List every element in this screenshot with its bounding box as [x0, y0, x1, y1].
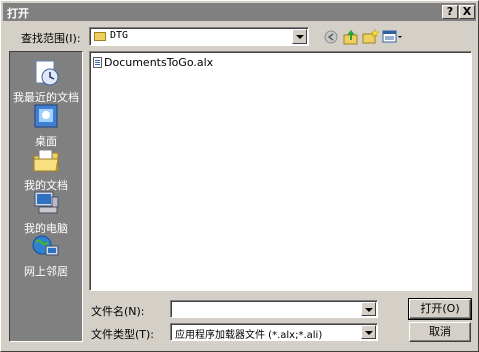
place-network[interactable]: 网上邻居 [10, 232, 82, 279]
place-desktop[interactable]: 桌面 [10, 102, 82, 149]
cancel-button[interactable]: 取消 [409, 322, 471, 342]
file-name: DocumentsToGo.alx [104, 55, 214, 69]
up-folder-icon [343, 30, 358, 45]
open-button[interactable]: 打开(O) [408, 298, 472, 320]
dialog-title: 打开 [7, 7, 29, 20]
up-folder-button[interactable] [342, 28, 360, 46]
my-computer-icon [30, 189, 62, 219]
recent-documents-icon [30, 58, 62, 88]
network-places-icon [30, 232, 62, 262]
place-label: 网上邻居 [24, 265, 68, 278]
new-folder-icon [362, 28, 380, 44]
desktop-icon [30, 102, 62, 132]
filetype-value: 应用程序加载器文件 (*.alx;*.ali) [175, 330, 323, 341]
lookin-value: DTG [110, 30, 129, 41]
filetype-label: 文件类型(T): [91, 328, 155, 341]
list-item[interactable]: DocumentsToGo.alx [93, 55, 213, 69]
filetype-select[interactable]: 应用程序加载器文件 (*.alx;*.ali) [170, 323, 378, 341]
chevron-down-icon[interactable] [361, 325, 376, 339]
lookin-combo[interactable]: DTG [89, 27, 309, 46]
filename-label: 文件名(N): [91, 305, 145, 318]
place-recent[interactable]: 我最近的文档 [10, 58, 82, 105]
places-bar: 我最近的文档 桌面 我的文档 我的电脑 网上邻居 [9, 51, 83, 342]
file-list[interactable]: DocumentsToGo.alx [89, 51, 472, 291]
open-dialog: 打开 ? X 查找范围(I): DTG 我最近的文档 桌面 我的文档 我的电脑 … [0, 0, 479, 352]
lookin-label: 查找范围(I): [21, 32, 81, 45]
title-bar[interactable]: 打开 ? X [3, 3, 476, 21]
view-menu-button[interactable] [381, 28, 405, 46]
view-menu-icon [382, 30, 402, 43]
file-icon [93, 56, 102, 68]
help-button[interactable]: ? [442, 5, 458, 19]
place-my-documents[interactable]: 我的文档 [10, 146, 82, 193]
filename-input[interactable] [170, 300, 378, 318]
back-icon [324, 30, 338, 44]
folder-icon [94, 32, 106, 41]
back-button[interactable] [322, 28, 340, 46]
my-documents-icon [30, 146, 62, 176]
chevron-down-icon[interactable] [361, 302, 376, 316]
chevron-down-icon[interactable] [292, 29, 307, 44]
close-button[interactable]: X [459, 5, 475, 19]
place-my-computer[interactable]: 我的电脑 [10, 189, 82, 236]
new-folder-button[interactable] [361, 28, 380, 46]
